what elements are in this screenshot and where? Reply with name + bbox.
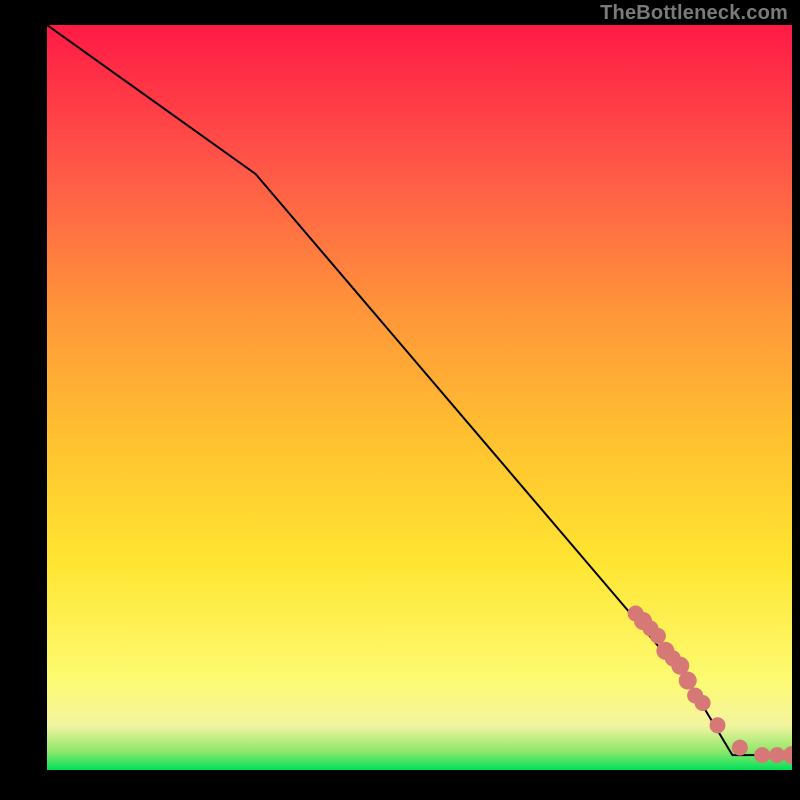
sample-point — [769, 747, 785, 763]
sample-point — [754, 747, 770, 763]
sample-point — [732, 740, 748, 756]
sample-point — [679, 672, 697, 690]
sample-point — [710, 717, 726, 733]
plot-area — [47, 25, 792, 770]
watermark-text: TheBottleneck.com — [600, 2, 788, 25]
sample-point — [650, 628, 666, 644]
plot-svg — [47, 25, 792, 770]
chart-frame: TheBottleneck.com — [0, 0, 800, 800]
sample-point — [695, 695, 711, 711]
